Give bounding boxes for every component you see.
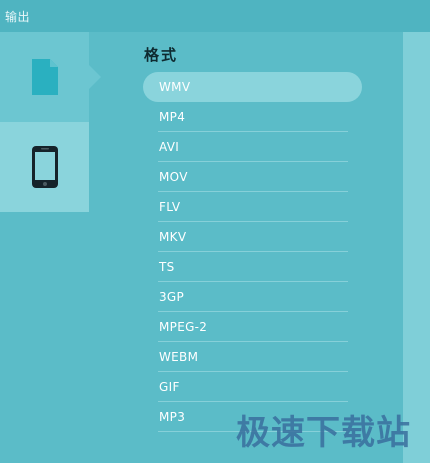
format-list: WMV MP4 AVI MOV FLV MKV TS 3GP MPEG-2 WE… — [143, 72, 363, 432]
phone-icon — [31, 146, 58, 188]
format-label: MP4 — [159, 110, 186, 124]
format-item-flv[interactable]: FLV — [158, 192, 348, 222]
format-header: 格式 — [144, 46, 179, 64]
title-bar: 输出 — [0, 0, 430, 32]
format-label: AVI — [159, 140, 180, 154]
format-item-avi[interactable]: AVI — [158, 132, 348, 162]
format-item-mpeg2[interactable]: MPEG-2 — [158, 312, 348, 342]
format-label: MOV — [159, 170, 188, 184]
watermark-logo: 极速下载站 — [236, 413, 411, 453]
scrollbar-track[interactable] — [403, 32, 430, 463]
format-label: FLV — [159, 200, 181, 214]
format-label: MP3 — [159, 410, 186, 424]
format-item-gif[interactable]: GIF — [158, 372, 348, 402]
format-item-mov[interactable]: MOV — [158, 162, 348, 192]
format-label: 3GP — [159, 290, 185, 304]
format-label: WEBM — [159, 350, 199, 364]
format-item-mp4[interactable]: MP4 — [158, 102, 348, 132]
category-tab-file[interactable] — [0, 32, 101, 122]
format-item-webm[interactable]: WEBM — [158, 342, 348, 372]
category-sidebar — [0, 32, 101, 463]
format-label: GIF — [159, 380, 180, 394]
window-title: 输出 — [5, 10, 31, 24]
document-icon — [31, 59, 58, 95]
format-item-wmv[interactable]: WMV — [143, 72, 362, 102]
format-label: WMV — [159, 80, 191, 94]
format-label: MKV — [159, 230, 187, 244]
format-item-mkv[interactable]: MKV — [158, 222, 348, 252]
format-label: TS — [159, 260, 175, 274]
category-tab-device[interactable] — [0, 122, 89, 212]
format-item-3gp[interactable]: 3GP — [158, 282, 348, 312]
selected-pointer — [89, 65, 101, 89]
format-item-ts[interactable]: TS — [158, 252, 348, 282]
format-label: MPEG-2 — [159, 320, 208, 334]
